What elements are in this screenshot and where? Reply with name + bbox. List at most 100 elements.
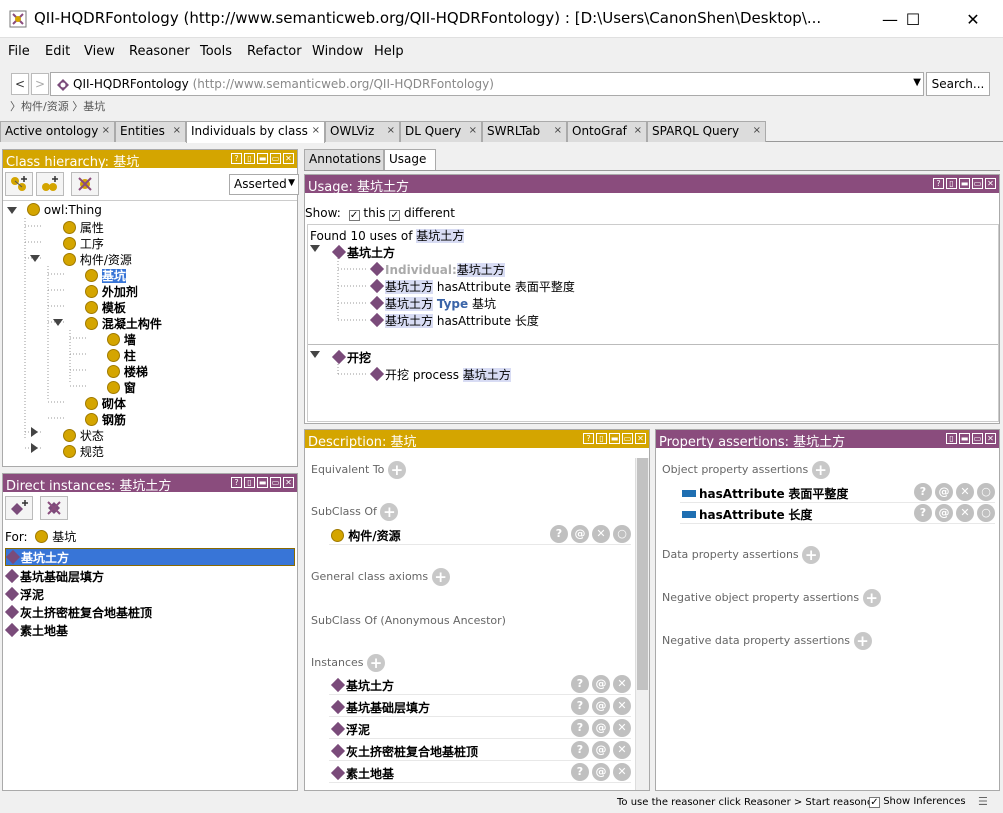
help-icon[interactable]: ? <box>550 525 568 543</box>
help-icon[interactable]: ? <box>571 719 589 737</box>
show-inferences-toggle[interactable]: ✓ Show Inferences <box>869 796 966 808</box>
tree-node[interactable]: 外加剂 <box>85 283 138 300</box>
close-icon[interactable]: × <box>753 125 761 136</box>
add-icon[interactable]: + <box>811 461 830 479</box>
add-icon[interactable]: + <box>367 654 386 672</box>
instance-row[interactable]: 浮泥? @ ✕ <box>329 719 631 739</box>
delete-icon[interactable]: ✕ <box>613 719 631 737</box>
tree-node[interactable]: 柱 <box>107 347 136 364</box>
usage-row[interactable]: 基坑土方 Type 基坑 <box>369 295 496 312</box>
usage-group[interactable]: 基坑土方 <box>331 244 395 261</box>
usage-row[interactable]: 基坑土方 hasAttribute 长度 <box>369 312 539 329</box>
minimize-icon[interactable]: ▬ <box>609 433 620 444</box>
edit-icon[interactable]: ○ <box>977 504 995 522</box>
object-assertion-row[interactable]: hasAttribute 长度 ? @ ✕ ○ <box>680 504 995 524</box>
list-item[interactable]: 素土地基 <box>4 622 68 639</box>
help-icon[interactable]: ? <box>571 763 589 781</box>
usage-row[interactable]: 开挖 process 基坑土方 <box>369 366 511 383</box>
help-icon[interactable]: ? <box>231 477 242 488</box>
close-icon[interactable]: ✕ <box>283 153 294 164</box>
delete-icon[interactable]: ✕ <box>592 525 610 543</box>
add-icon[interactable]: + <box>853 632 872 650</box>
edit-icon[interactable]: ○ <box>613 525 631 543</box>
annotate-icon[interactable]: @ <box>592 741 610 759</box>
help-icon[interactable]: ? <box>571 741 589 759</box>
help-icon[interactable]: ? <box>914 504 932 522</box>
close-icon[interactable]: × <box>469 125 477 136</box>
instance-row[interactable]: 基坑基础层填方? @ ✕ <box>329 697 631 717</box>
close-icon[interactable]: × <box>102 125 110 136</box>
tab-sparql-query[interactable]: SPARQL Query × <box>647 121 766 142</box>
help-icon[interactable]: ? <box>571 675 589 693</box>
hierarchy-mode-select[interactable]: Asserted ▼ <box>229 174 299 195</box>
tree-node[interactable]: 楼梯 <box>107 363 148 380</box>
back-button[interactable]: < <box>11 73 29 95</box>
tree-node[interactable]: 构件/资源 <box>63 251 132 268</box>
add-individual-button[interactable] <box>5 496 33 520</box>
split-icon[interactable]: ▯ <box>946 433 957 444</box>
list-item[interactable]: 浮泥 <box>4 586 44 603</box>
minimize-icon[interactable]: ▬ <box>959 433 970 444</box>
found-entity[interactable]: 基坑土方 <box>416 229 465 243</box>
close-icon[interactable]: × <box>173 125 181 136</box>
delete-icon[interactable]: ✕ <box>956 504 974 522</box>
split-icon[interactable]: ▯ <box>244 477 255 488</box>
close-icon[interactable]: ✕ <box>635 433 646 444</box>
menu-refactor[interactable]: Refactor <box>247 44 302 59</box>
tab-swrltab[interactable]: SWRLTab × <box>482 121 567 142</box>
list-item[interactable]: 灰土挤密桩复合地基桩顶 <box>4 604 152 621</box>
tab-usage[interactable]: Usage <box>384 149 436 171</box>
delete-icon[interactable]: ✕ <box>613 741 631 759</box>
delete-icon[interactable]: ✕ <box>613 697 631 715</box>
close-icon[interactable]: × <box>634 125 642 136</box>
help-icon[interactable]: ? <box>933 178 944 189</box>
tree-node[interactable]: 属性 <box>63 219 104 236</box>
tab-annotations[interactable]: Annotations <box>304 149 384 170</box>
close-icon[interactable]: × <box>554 125 562 136</box>
maximize-button[interactable]: ☐ <box>890 0 936 38</box>
add-icon[interactable]: + <box>431 568 450 586</box>
tab-active-ontology[interactable]: Active ontology × <box>0 121 115 142</box>
menu-lines-icon[interactable]: ☰ <box>978 795 988 808</box>
tree-node[interactable]: owl:Thing <box>27 203 102 217</box>
split-icon[interactable]: ▯ <box>946 178 957 189</box>
maximize-icon[interactable]: ▭ <box>270 153 281 164</box>
tree-node[interactable]: 混凝土构件 <box>85 315 162 332</box>
usage-row[interactable]: Individual:基坑土方 <box>369 261 505 278</box>
description-scrollbar[interactable] <box>635 458 649 790</box>
delete-icon[interactable]: ✕ <box>613 763 631 781</box>
tree-node[interactable]: 窗 <box>107 379 136 396</box>
menu-edit[interactable]: Edit <box>45 44 70 59</box>
tree-node[interactable]: 墙 <box>107 331 136 348</box>
maximize-icon[interactable]: ▭ <box>972 178 983 189</box>
delete-individual-button[interactable] <box>40 496 68 520</box>
add-sibling-button[interactable] <box>36 172 64 196</box>
show-inferences-checkbox[interactable]: ✓ <box>869 797 880 808</box>
edit-icon[interactable]: ○ <box>977 483 995 501</box>
annotate-icon[interactable]: @ <box>592 697 610 715</box>
search-button[interactable]: Search... <box>926 72 990 96</box>
ontology-address-field[interactable]: QII-HQDRFontology (http://www.semanticwe… <box>50 72 924 96</box>
close-icon[interactable]: ✕ <box>985 178 996 189</box>
add-icon[interactable]: + <box>380 503 399 521</box>
scrollbar-thumb[interactable] <box>637 458 648 690</box>
tree-node[interactable]: 工序 <box>63 235 104 252</box>
instance-row[interactable]: 基坑土方? @ ✕ <box>329 675 631 695</box>
instance-row[interactable]: 灰土挤密桩复合地基桩顶? @ ✕ <box>329 741 631 761</box>
list-item-selected[interactable]: 基坑土方 <box>5 548 295 566</box>
subclass-row[interactable]: 构件/资源 ? @ ✕ ○ <box>329 525 631 545</box>
tab-owlviz[interactable]: OWLViz × <box>325 121 400 142</box>
split-icon[interactable]: ▯ <box>596 433 607 444</box>
close-icon[interactable]: × <box>387 125 395 136</box>
maximize-icon[interactable]: ▭ <box>270 477 281 488</box>
chevron-down-icon[interactable]: ▼ <box>913 77 921 88</box>
annotate-icon[interactable]: @ <box>592 763 610 781</box>
maximize-icon[interactable]: ▭ <box>622 433 633 444</box>
usage-group[interactable]: 开挖 <box>331 349 371 366</box>
tree-node[interactable]: 模板 <box>85 299 126 316</box>
add-icon[interactable]: + <box>862 589 881 607</box>
menu-file[interactable]: File <box>8 44 30 59</box>
close-icon[interactable]: ✕ <box>283 477 294 488</box>
help-icon[interactable]: ? <box>571 697 589 715</box>
add-subclass-button[interactable] <box>5 172 33 196</box>
